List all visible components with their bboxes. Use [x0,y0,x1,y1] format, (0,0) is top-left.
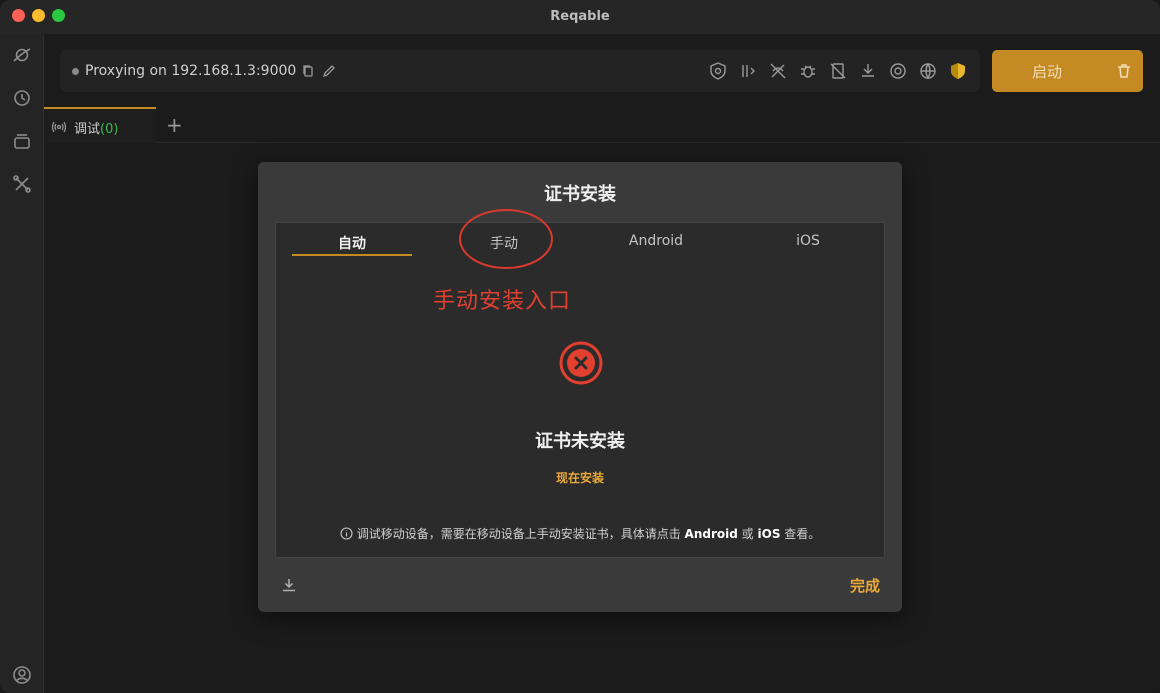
error-icon [557,339,605,387]
session-tab-bar: 调试(0) + [44,107,1160,143]
certificate-status-title: 证书未安装 [535,431,625,452]
record-icon[interactable] [888,61,908,81]
tab-auto[interactable]: 自动 [292,233,412,253]
export-certificate-icon[interactable] [280,576,298,594]
start-button[interactable]: 启动 [992,50,1143,92]
copy-icon[interactable] [300,63,316,79]
tab-debug-label: 调试(0) [74,118,118,137]
broadcast-icon [51,119,67,133]
bug-icon[interactable] [798,61,818,81]
planet-icon[interactable] [11,44,33,66]
done-button[interactable]: 完成 [850,575,880,596]
account-icon[interactable] [11,664,33,686]
edit-icon[interactable] [321,63,337,79]
tab-debug-title: 调试 [74,122,101,137]
hint-prefix: 调试移动设备，需要在移动设备上手动安装证书，具体请点击 [356,527,681,541]
trash-icon[interactable] [1115,62,1133,80]
hint-ios-link[interactable]: iOS [758,527,781,541]
shield-cert-icon[interactable] [708,61,728,81]
title-bar: Reqable [0,0,1160,34]
hint-android-link[interactable]: Android [685,527,738,541]
dialog-title: 证书安装 [544,184,616,205]
info-icon [340,527,353,540]
add-tab-button[interactable]: + [166,113,183,137]
tools-icon[interactable] [11,173,33,195]
mobile-hint: 调试移动设备，需要在移动设备上手动安装证书，具体请点击 Android 或 iO… [276,525,884,542]
network-icon[interactable] [918,61,938,81]
proxy-status-text: Proxying on 192.168.1.3:9000 [85,63,297,79]
tab-android[interactable]: Android [596,233,716,249]
window-title: Reqable [550,9,610,24]
rewrite-off-icon[interactable] [768,61,788,81]
annotation-label: 手动安装入口 [433,289,572,314]
tab-ios[interactable]: iOS [748,233,868,249]
breakpoint-icon[interactable] [738,61,758,81]
dialog-content-panel: 自动 手动 Android iOS 手动安装入口 证书未安装 现在安装 调试移动… [275,209,885,558]
active-tab-indicator [292,254,412,256]
certificate-install-dialog: 证书安装 自动 手动 Android iOS 手动安装入口 证书未安装 现在安装… [258,162,902,612]
app-window: Reqable Proxying on 192.168.1.3:9000 启动 … [0,0,1160,693]
history-icon[interactable] [11,87,33,109]
sidebar [0,34,44,693]
hint-suffix: 查看。 [784,527,821,541]
tab-debug-count: (0) [100,122,119,137]
collections-icon[interactable] [11,130,33,152]
download-icon[interactable] [858,61,878,81]
start-button-label: 启动 [1032,63,1063,81]
proxy-status-bar: Proxying on 192.168.1.3:9000 [60,50,980,92]
tab-debug[interactable]: 调试(0) [44,107,156,143]
install-now-link[interactable]: 现在安装 [276,469,884,486]
script-off-icon[interactable] [828,61,848,81]
annotation-circle [459,209,553,269]
hint-or: 或 [741,527,754,541]
security-shield-icon[interactable] [948,61,968,81]
proxy-status-dot [72,68,79,75]
